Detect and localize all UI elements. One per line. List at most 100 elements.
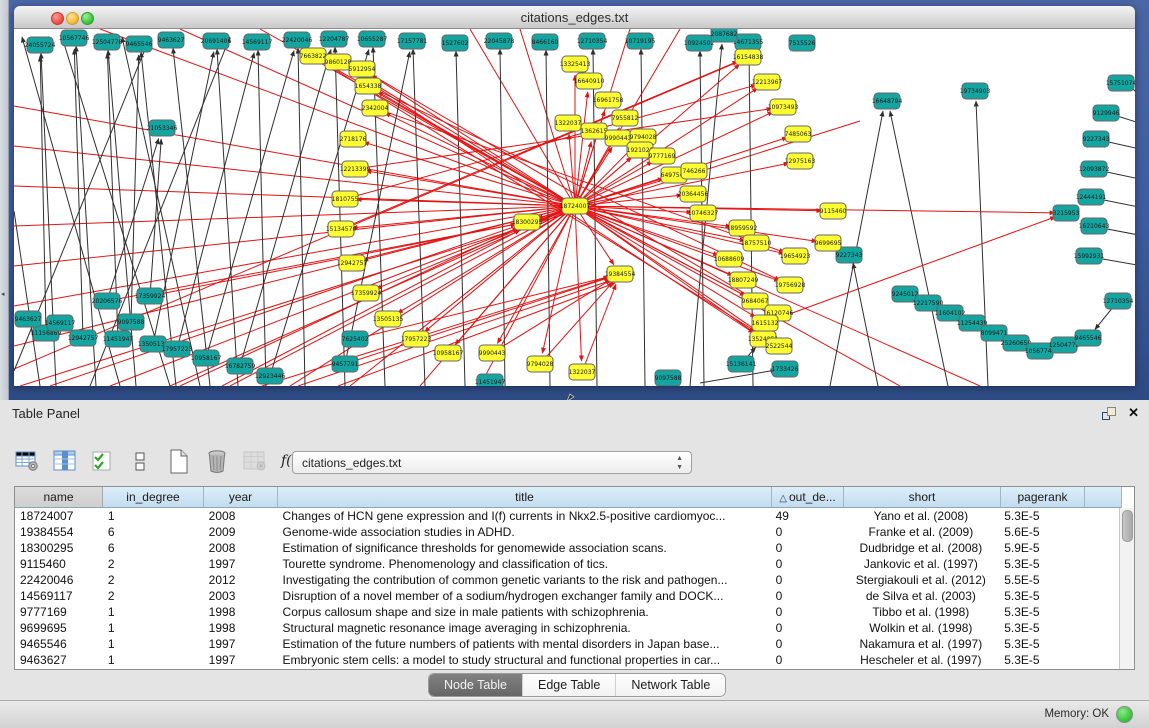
graph-node-label: 8099471 — [981, 330, 1008, 337]
table-cell: 1 — [103, 636, 204, 652]
table-cell — [1083, 524, 1120, 540]
graph-node-label: 12213399 — [340, 166, 371, 173]
tab-network-table[interactable]: Network Table — [615, 674, 725, 696]
table-row[interactable]: 946362711997Embryonic stem cells: a mode… — [15, 652, 1120, 668]
graph-edge — [575, 142, 591, 206]
column-header-title[interactable]: title — [278, 487, 772, 508]
table-selector-value: citations_edges.txt — [302, 456, 401, 470]
table-cell: Franke et al. (2009) — [842, 524, 999, 540]
graph-edge — [641, 49, 645, 386]
graph-node-label: 19384554 — [605, 271, 636, 278]
delete-column-icon[interactable] — [242, 448, 268, 474]
table-selector-dropdown[interactable]: citations_edges.txt ▲▼ — [292, 451, 692, 474]
table-cell: 0 — [771, 572, 843, 588]
select-columns-icon[interactable] — [52, 448, 78, 474]
graph-node-label: 3215953 — [1053, 210, 1080, 217]
graph-node-label: 8466160 — [532, 39, 559, 46]
scrollbar-thumb[interactable] — [1122, 510, 1133, 542]
table-cell: 9777169 — [15, 604, 103, 620]
table-settings-icon[interactable] — [14, 448, 40, 474]
table-cell: de Silva et al. (2003) — [842, 588, 999, 604]
column-header-in_degree[interactable]: in_degree — [103, 487, 204, 508]
table-row[interactable]: 1872400712008Changes of HCN gene express… — [15, 508, 1120, 524]
column-header-pagerank[interactable]: pagerank — [1001, 487, 1085, 508]
delete-table-icon[interactable] — [204, 448, 230, 474]
graph-node-label: 12710354 — [577, 38, 608, 45]
table-row[interactable]: 911546021997Tourette syndrome. Phenomeno… — [15, 556, 1120, 572]
table-row[interactable]: 2242004622012Investigating the contribut… — [15, 572, 1120, 588]
graph-node-label: 7515526 — [789, 40, 816, 47]
table-cell — [1083, 508, 1120, 524]
table-cell: 5.3E-5 — [999, 620, 1083, 636]
graph-edge — [107, 224, 516, 301]
graph-edge — [14, 211, 40, 386]
table-cell: 2008 — [204, 508, 278, 524]
graph-node-label: 13325413 — [560, 61, 591, 68]
memory-status-indicator — [1116, 706, 1133, 723]
select-all-icon[interactable] — [90, 448, 116, 474]
table-row[interactable]: 1938455462009Genome-wide association stu… — [15, 524, 1120, 540]
tab-edge-table[interactable]: Edge Table — [522, 674, 615, 696]
table-cell: 18300295 — [15, 540, 103, 556]
table-cell: Stergiakouli et al. (2012) — [842, 572, 999, 588]
graph-node-label: 9465546 — [126, 41, 153, 48]
graph-node-label: 10958167 — [191, 355, 222, 362]
graph-node-label: 9457791 — [332, 361, 359, 368]
column-header-name[interactable]: name — [15, 487, 103, 508]
window-titlebar[interactable]: citations_edges.txt — [14, 6, 1135, 29]
column-header-out_de[interactable]: △out_de... — [772, 487, 844, 508]
table-cell: 0 — [771, 636, 843, 652]
tab-node-table[interactable]: Node Table — [429, 674, 522, 696]
graph-node-label: 15136141 — [726, 361, 757, 368]
float-panel-icon[interactable] — [1101, 406, 1117, 421]
table-cell: Hescheler et al. (1997) — [842, 652, 999, 668]
table-cell: 18724007 — [15, 508, 103, 524]
network-canvas[interactable]: 2405572410567746125047789465546946362720… — [14, 29, 1135, 386]
unselect-all-icon[interactable] — [128, 448, 154, 474]
table-cell: Nakamura et al. (1997) — [842, 636, 999, 652]
graph-node-label: 2342004 — [362, 105, 389, 112]
panel-collapse-arrow-icon[interactable]: ◂ — [1, 290, 5, 298]
table-row[interactable]: 946554611997Estimation of the future num… — [15, 636, 1120, 652]
table-cell: Investigating the contribution of common… — [278, 572, 771, 588]
table-cell: 5.3E-5 — [999, 588, 1083, 604]
graph-edge — [270, 50, 369, 376]
table-cell: Disruption of a novel member of a sodium… — [278, 588, 771, 604]
table-row[interactable]: 969969511998Structural magnetic resonanc… — [15, 620, 1120, 636]
graph-node-label: 9465546 — [1075, 335, 1102, 342]
table-row[interactable]: 1456911722003Disruption of a novel membe… — [15, 588, 1120, 604]
new-table-icon[interactable] — [166, 448, 192, 474]
graph-node-label: 15751074 — [1106, 80, 1135, 87]
table-cell: Embryonic stem cells: a model to study s… — [278, 652, 771, 668]
vertical-scrollbar[interactable] — [1119, 508, 1134, 669]
graph-node-label: 2087682 — [711, 31, 738, 38]
table-row[interactable]: 977716911998Corpus callosum shape and si… — [15, 604, 1120, 620]
table-panel-title: Table Panel — [12, 406, 80, 421]
column-header-year[interactable]: year — [204, 487, 278, 508]
column-header-short[interactable]: short — [844, 487, 1001, 508]
column-header-label: name — [43, 490, 73, 504]
table-cell: 1998 — [204, 604, 278, 620]
graph-node-label: 7955812 — [612, 115, 639, 122]
table-panel-header: Table Panel ✕ — [0, 400, 1149, 426]
table-cell — [1083, 572, 1120, 588]
graph-edge — [540, 282, 613, 364]
table-cell: 0 — [771, 556, 843, 572]
close-panel-icon[interactable]: ✕ — [1128, 405, 1139, 421]
graph-node-label: 1810755 — [332, 196, 359, 203]
table-cell: 1997 — [204, 636, 278, 652]
column-header-label: out_de... — [789, 490, 836, 504]
graph-node-label: 9699695 — [815, 240, 842, 247]
table-cell: 2012 — [204, 572, 278, 588]
graph-node-label: 10655287 — [357, 36, 388, 43]
column-header-blank[interactable] — [1085, 487, 1122, 508]
graph-node-label: 7485063 — [785, 131, 812, 138]
graph-edge — [150, 139, 161, 296]
table-tabs: Node TableEdge TableNetwork Table — [428, 673, 726, 697]
graph-node-label: 12213967 — [752, 79, 783, 86]
graph-node-label: 14671355 — [733, 39, 764, 46]
table-row[interactable]: 1830029562008Estimation of significance … — [15, 540, 1120, 556]
graph-node-label: 16648794 — [872, 98, 903, 105]
node-table: name in_degreeyeartitle△out_de...shortpag… — [14, 486, 1135, 670]
table-cell: Genome-wide association studies in ADHD. — [278, 524, 771, 540]
